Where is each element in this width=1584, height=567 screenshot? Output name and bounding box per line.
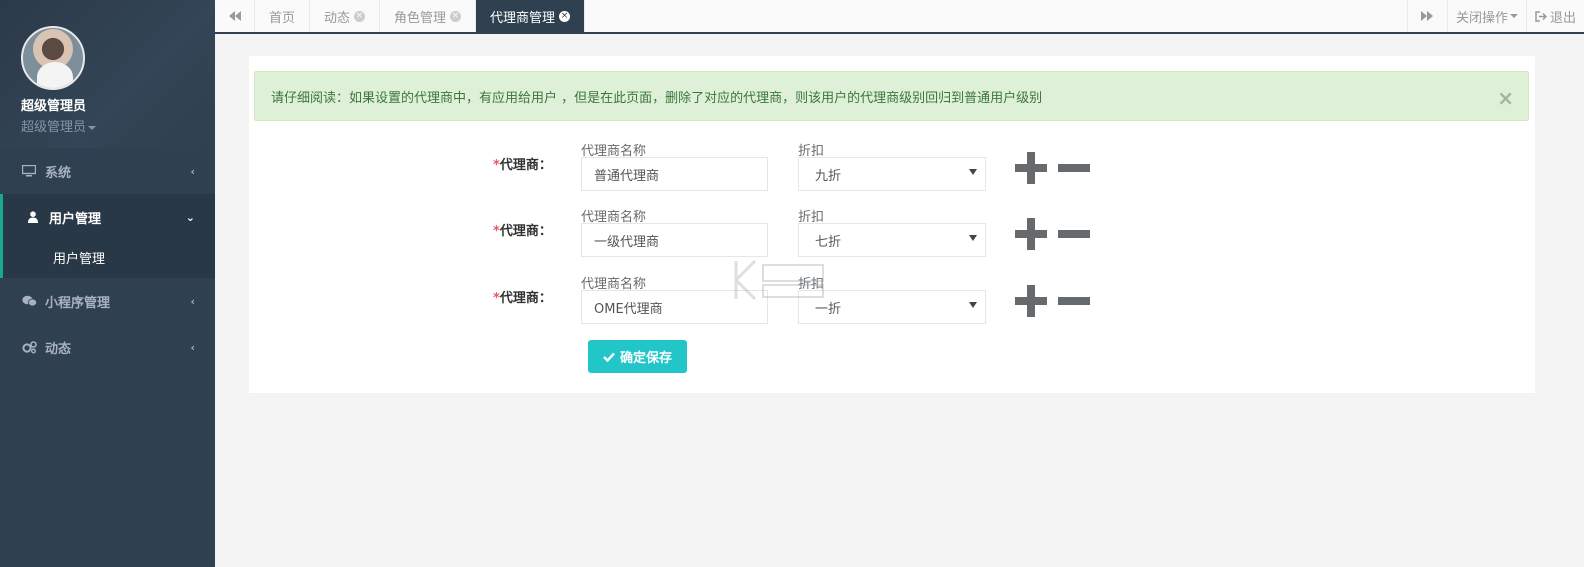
discount-selected-value: 七折: [815, 234, 842, 250]
caret-down-icon: [88, 125, 97, 130]
watermark-logo: [734, 259, 824, 301]
agent-name-input[interactable]: 一级代理商: [581, 223, 768, 257]
plus-icon[interactable]: [1015, 152, 1047, 184]
close-tab-icon[interactable]: ×: [559, 10, 571, 22]
profile-role-label: 超级管理员: [21, 120, 87, 135]
tab-bar: 首页 动态 × 角色管理 × 代理商管理 × 关闭操作 退出: [215, 0, 1584, 34]
tab-label: 首页: [269, 10, 296, 26]
chevron-left-icon: ‹: [190, 340, 195, 354]
profile-role-dropdown[interactable]: 超级管理员: [21, 116, 215, 135]
tab-home[interactable]: 首页: [255, 0, 311, 32]
agent-row: *代理商： 代理商名称 一级代理商 折扣 七折: [249, 206, 1535, 266]
save-button-label: 确定保存: [619, 351, 672, 366]
notice-alert: 请仔细阅读：如果设置的代理商中，有应用给用户 ，但是在此页面，删除了对应的代理商…: [254, 71, 1529, 121]
close-tab-icon[interactable]: ×: [450, 10, 462, 22]
sidebar-item-label: 系统: [45, 165, 72, 181]
caret-down-icon: [1509, 14, 1518, 18]
sidebar-item-system[interactable]: 系统 ‹: [0, 148, 215, 194]
tabs-scroll-left-button[interactable]: [215, 0, 255, 32]
plus-icon[interactable]: [1015, 285, 1047, 317]
discount-select[interactable]: 七折: [798, 223, 986, 257]
profile-name: 超级管理员: [21, 99, 87, 114]
tab-agent-management[interactable]: 代理商管理 ×: [476, 0, 586, 32]
required-mark: *: [493, 224, 500, 239]
caret-down-icon: [969, 302, 977, 308]
avatar[interactable]: [21, 26, 85, 90]
close-operations-dropdown[interactable]: 关闭操作: [1446, 0, 1526, 32]
discount-selected-value: 九折: [815, 168, 842, 184]
chevron-down-icon: ⌄: [185, 210, 195, 224]
content-panel: 请仔细阅读：如果设置的代理商中，有应用给用户 ，但是在此页面，删除了对应的代理商…: [249, 56, 1535, 393]
discount-select[interactable]: 九折: [798, 157, 986, 191]
agent-row: *代理商： 代理商名称 普通代理商 折扣 九折: [249, 140, 1535, 200]
sidebar-item-label: 用户管理: [49, 211, 102, 227]
chevron-left-icon: ‹: [190, 164, 195, 178]
caret-down-icon: [969, 169, 977, 175]
gears-icon: [21, 340, 37, 354]
sidebar-subitem-user-management[interactable]: 用户管理: [0, 236, 215, 278]
alert-close-icon[interactable]: ×: [1497, 86, 1514, 110]
tab-role-management[interactable]: 角色管理 ×: [380, 0, 477, 32]
tab-bar-actions: 关闭操作 退出: [1406, 0, 1584, 32]
tabs-scroll-right-button[interactable]: [1406, 0, 1447, 32]
logout-label: 退出: [1549, 10, 1576, 26]
minus-icon[interactable]: [1058, 218, 1090, 250]
monitor-icon: [21, 165, 37, 177]
profile-block: 超级管理员 超级管理员: [0, 0, 215, 148]
sidebar-item-label: 动态: [45, 341, 72, 357]
sidebar: 超级管理员 超级管理员 系统 ‹ 用户管理 ⌄ 用户管理 小程序管理 ‹ 动态 …: [0, 0, 215, 567]
check-icon: [603, 352, 615, 362]
tab-label: 角色管理: [394, 10, 447, 26]
save-button[interactable]: 确定保存: [588, 340, 687, 373]
plus-icon[interactable]: [1015, 218, 1047, 250]
caret-down-icon: [969, 235, 977, 241]
close-tab-icon[interactable]: ×: [354, 10, 366, 22]
forward-icon: [1421, 11, 1434, 21]
close-operations-label: 关闭操作: [1455, 10, 1508, 26]
sidebar-item-label: 小程序管理: [45, 295, 111, 311]
minus-icon[interactable]: [1058, 152, 1090, 184]
minus-icon[interactable]: [1058, 285, 1090, 317]
backward-icon: [228, 11, 241, 21]
agent-row-label: *代理商：: [493, 224, 552, 239]
tab-label: 代理商管理: [490, 10, 556, 26]
required-mark: *: [493, 158, 500, 173]
user-icon: [25, 211, 41, 223]
agent-name-input[interactable]: 普通代理商: [581, 157, 768, 191]
alert-text: 请仔细阅读：如果设置的代理商中，有应用给用户 ，但是在此页面，删除了对应的代理商…: [271, 90, 1043, 106]
required-mark: *: [493, 291, 500, 306]
sidebar-item-dynamics[interactable]: 动态 ‹: [0, 324, 215, 370]
agent-row-label: *代理商：: [493, 291, 552, 306]
agent-row: *代理商： 代理商名称 OME代理商 折扣 一折: [249, 273, 1535, 333]
wechat-icon: [21, 295, 37, 307]
tab-label: 动态: [324, 10, 351, 26]
chevron-left-icon: ‹: [190, 294, 195, 308]
agent-row-label: *代理商：: [493, 158, 552, 173]
logout-button[interactable]: 退出: [1525, 0, 1584, 32]
sign-out-icon: [1535, 10, 1547, 22]
sidebar-item-miniprogram[interactable]: 小程序管理 ‹: [0, 278, 215, 324]
tab-dynamics[interactable]: 动态 ×: [310, 0, 381, 32]
sidebar-item-user-management[interactable]: 用户管理 ⌄: [0, 194, 215, 240]
